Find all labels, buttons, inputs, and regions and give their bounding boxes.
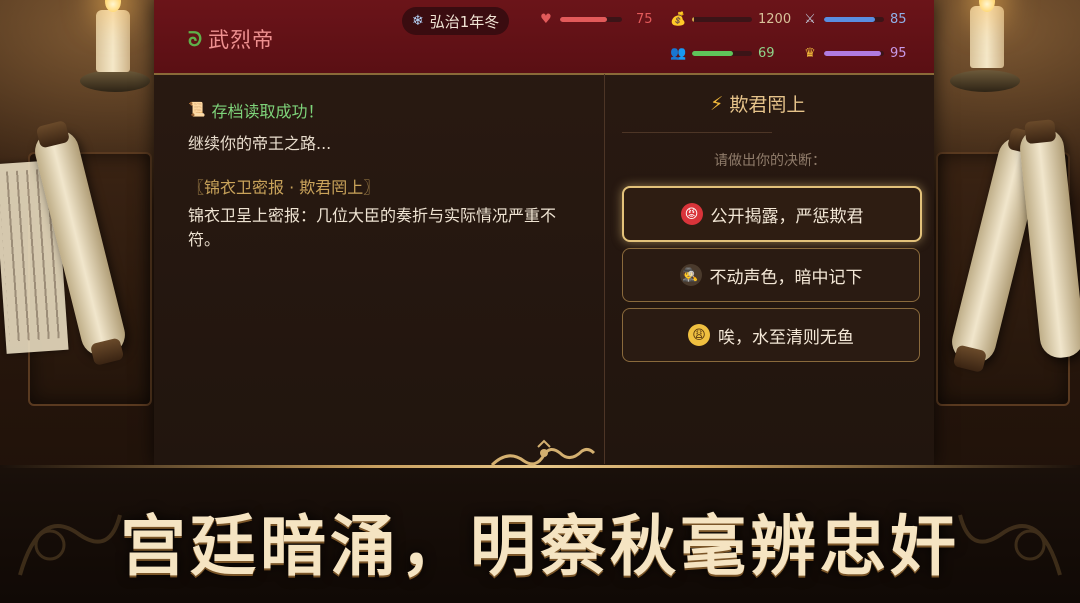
choice-label: 不动声色，暗中记下 [709, 267, 863, 288]
snowflake-icon: ❄ [412, 13, 424, 29]
season-label: 弘治1年冬 [429, 12, 500, 31]
banner-slogan: 宫廷暗涌，明察秋毫辨忠奸 [120, 507, 960, 585]
candle-left [96, 10, 130, 72]
column-divider [604, 74, 605, 464]
choice-button-note-secretly[interactable]: 🕵 不动声色，暗中记下 [622, 248, 920, 302]
choice-button-tolerate[interactable]: 😩 唉，水至清则无鱼 [622, 308, 920, 362]
candle-holder-left [80, 70, 150, 92]
event-title-group: ⚡ 欺君罔上 [710, 90, 805, 117]
money-bag-icon: 💰 [670, 12, 687, 27]
stat-people: 👥 69 [670, 46, 775, 61]
choice-button-expose[interactable]: 😡 公开揭露，严惩欺君 [622, 186, 922, 242]
prestige-value: 95 [890, 46, 907, 61]
story-log: 📜 存档读取成功！ 继续你的帝王之路... 〖锦衣卫密报 · 欺君罔上〗 锦衣卫… [188, 98, 588, 252]
military-bar [824, 17, 884, 22]
promo-banner: 宫廷暗涌，明察秋毫辨忠奸 [0, 439, 1080, 603]
scroll-icon: 📜 [188, 102, 206, 118]
stat-health: ♥ 75 [538, 12, 653, 27]
heart-icon: ♥ [540, 12, 552, 27]
weary-face-icon: 😩 [688, 324, 710, 346]
detective-icon: 🕵 [679, 264, 702, 286]
health-value: 75 [636, 12, 653, 27]
dragon-ornament-icon [490, 439, 596, 467]
prestige-bar [824, 51, 884, 56]
treasury-value: 1200 [758, 12, 792, 27]
stat-prestige: ♛ 95 [802, 46, 907, 61]
angry-face-icon: 😡 [680, 203, 703, 225]
event-divider [622, 132, 772, 133]
status-bar: ᘐ 武烈帝 ❄ 弘治1年冬 ♥ 75 💰 1200 ⚔ 85 👥 69 ♛ 95 [154, 0, 934, 75]
lightning-icon: ⚡ [710, 92, 724, 115]
treasury-bar [692, 17, 752, 22]
event-title: 欺君罔上 [729, 94, 806, 116]
choice-label: 唉，水至清则无鱼 [718, 327, 854, 348]
game-panel: ᘐ 武烈帝 ❄ 弘治1年冬 ♥ 75 💰 1200 ⚔ 85 👥 69 ♛ 95… [154, 0, 934, 465]
season-badge: ❄ 弘治1年冬 [402, 7, 510, 35]
people-value: 69 [758, 46, 775, 61]
military-value: 85 [890, 12, 907, 27]
crossed-swords-icon: ⚔ [804, 12, 816, 27]
report-title: 〖锦衣卫密报 · 欺君罔上〗 [188, 178, 380, 197]
choice-label: 公开揭露，严惩欺君 [710, 206, 864, 227]
dragon-icon: ᘐ [188, 27, 203, 51]
decision-prompt: 请做出你的决断： [714, 153, 826, 169]
candle-right [970, 6, 1004, 68]
people-bar [692, 51, 752, 56]
save-message: 存档读取成功！ [211, 102, 324, 121]
people-icon: 👥 [670, 46, 687, 61]
stat-military: ⚔ 85 [802, 12, 907, 27]
emperor-title: 武烈帝 [208, 28, 275, 52]
candle-holder-right [950, 70, 1020, 92]
report-body: 锦衣卫呈上密报：几位大臣的奏折与实际情况严重不符。 [188, 206, 557, 249]
save-message-line: 📜 存档读取成功！ [188, 98, 588, 122]
continue-text: 继续你的帝王之路... [188, 134, 332, 153]
health-bar [560, 17, 622, 22]
crown-icon: ♛ [804, 46, 816, 61]
emperor-title-group: ᘐ 武烈帝 [188, 24, 274, 54]
stat-treasury: 💰 1200 [670, 12, 791, 27]
